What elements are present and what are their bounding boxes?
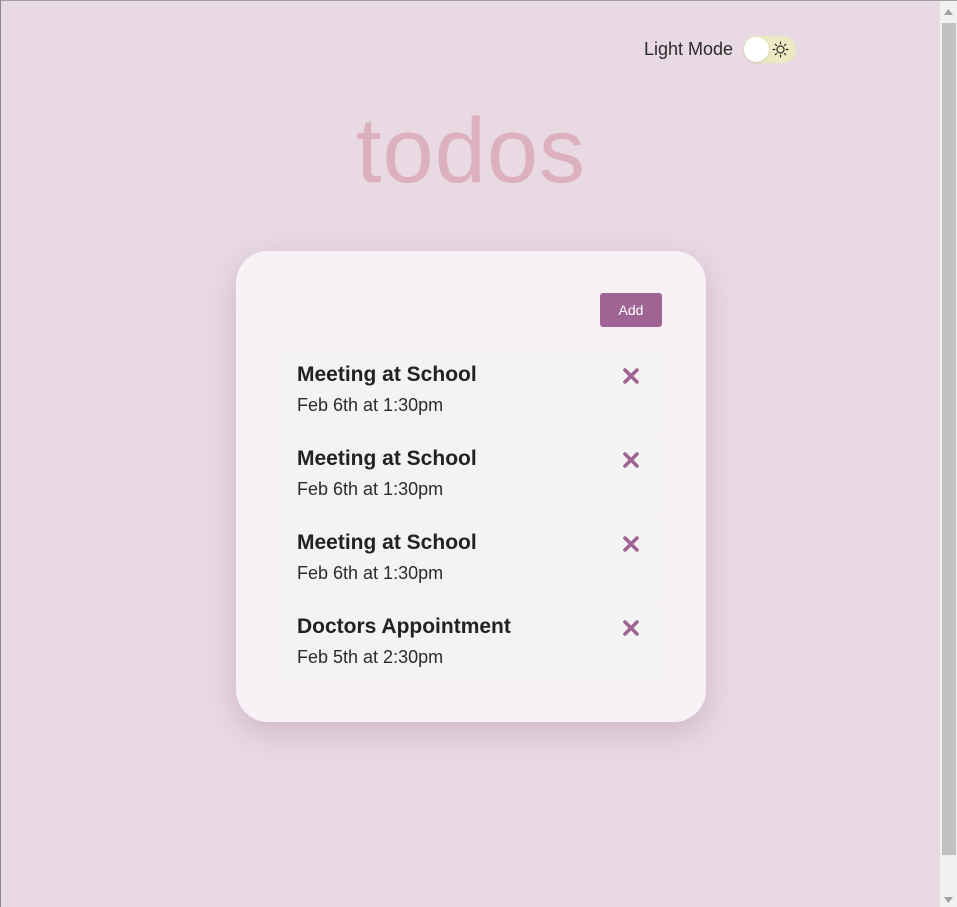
todo-item: Meeting at School Feb 6th at 1:30pm — [279, 518, 662, 600]
todo-card: Add Meeting at School Feb 6th at 1:30pm … — [236, 251, 706, 722]
delete-icon[interactable] — [622, 535, 640, 553]
todo-item: Meeting at School Feb 6th at 1:30pm — [279, 434, 662, 516]
todo-item: Meeting at School Feb 6th at 1:30pm — [279, 350, 662, 432]
scroll-down-arrow-icon[interactable] — [940, 891, 957, 907]
sun-icon — [772, 41, 789, 58]
todo-item: Doctors Appointment Feb 5th at 2:30pm — [279, 602, 662, 684]
delete-icon[interactable] — [622, 619, 640, 637]
theme-toggle-container: Light Mode — [644, 36, 797, 63]
todo-title: Meeting at School — [297, 363, 477, 386]
scrollbar-thumb[interactable] — [942, 23, 956, 855]
todo-date: Feb 6th at 1:30pm — [297, 479, 444, 499]
delete-icon[interactable] — [622, 451, 640, 469]
todo-title: Meeting at School — [297, 447, 477, 470]
todo-title: Doctors Appointment — [297, 615, 511, 638]
theme-toggle-switch[interactable] — [743, 36, 797, 63]
toggle-knob[interactable] — [744, 37, 770, 62]
vertical-scrollbar[interactable] — [940, 1, 957, 907]
todo-date: Feb 6th at 1:30pm — [297, 395, 444, 415]
scroll-up-arrow-icon[interactable] — [940, 3, 957, 20]
todo-title: Meeting at School — [297, 531, 477, 554]
add-button[interactable]: Add — [600, 293, 662, 327]
todo-list: Meeting at School Feb 6th at 1:30pm Meet… — [279, 350, 662, 686]
delete-icon[interactable] — [622, 367, 640, 385]
app-title: todos — [355, 100, 587, 202]
todo-date: Feb 5th at 2:30pm — [297, 647, 444, 667]
theme-mode-label: Light Mode — [644, 39, 734, 59]
todo-date: Feb 6th at 1:30pm — [297, 563, 444, 583]
